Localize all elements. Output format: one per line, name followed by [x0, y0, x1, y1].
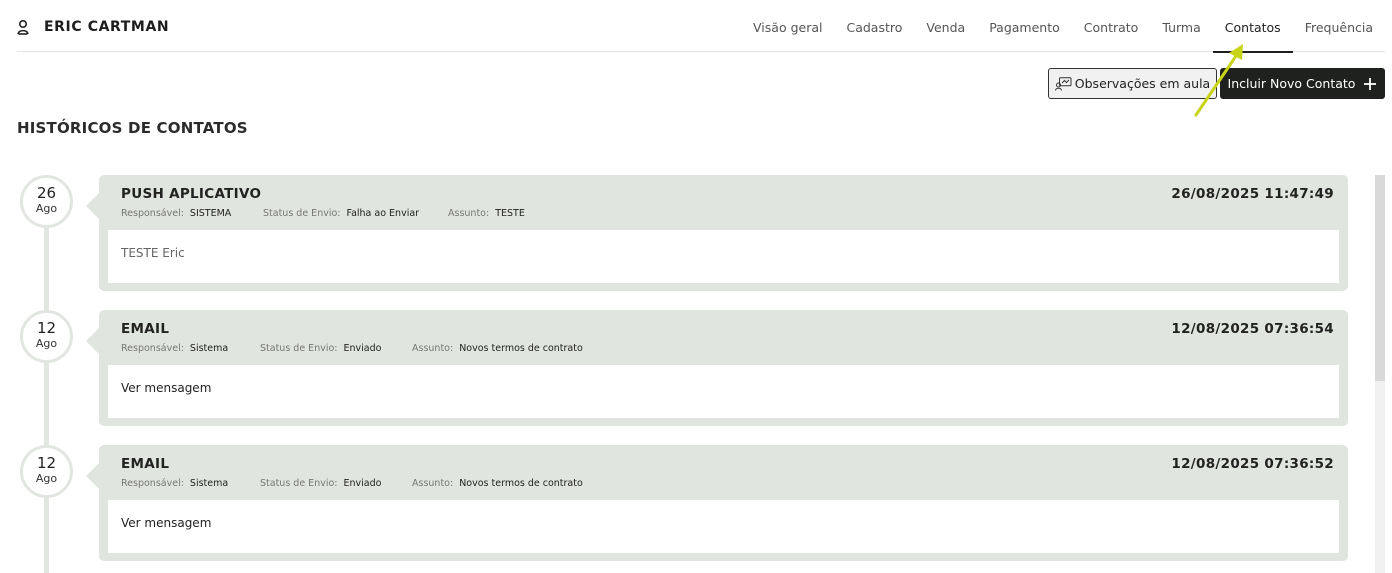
contact-card: EMAIL 12/08/2025 07:36:52 Responsável: Si… — [86, 445, 1348, 561]
assunto-label: Assunto: — [412, 478, 454, 489]
responsavel-label: Responsável: — [121, 343, 184, 354]
contact-entry: 12 Ago EMAIL 12/08/2025 07:36:52 Respons… — [0, 445, 1360, 563]
date-day: 12 — [36, 319, 57, 337]
date-day: 26 — [36, 184, 57, 202]
scrollbar[interactable] — [1375, 175, 1385, 573]
assunto-label: Assunto: — [448, 208, 490, 219]
contact-message: TESTE Eric — [121, 246, 185, 260]
user-icon — [17, 18, 31, 36]
observacoes-button[interactable]: Observações em aula — [1048, 68, 1217, 99]
tab-contrato[interactable]: Contrato — [1072, 0, 1151, 52]
contact-datetime: 26/08/2025 11:47:49 — [1171, 186, 1334, 202]
status-label: Status de Envio: — [260, 343, 338, 354]
student-name: ERIC CARTMAN — [44, 19, 170, 35]
plus-icon — [1363, 77, 1377, 91]
date-month: Ago — [35, 202, 58, 215]
status-value: Enviado — [343, 343, 382, 354]
responsavel-value: Sistema — [189, 478, 229, 489]
contact-entry: 12 Ago EMAIL 12/08/2025 07:36:54 Respons… — [0, 310, 1360, 428]
assunto-value: Novos termos de contrato — [459, 343, 583, 354]
contact-meta: Responsável: Sistema Status de Envio: Envi… — [121, 343, 583, 354]
status-label: Status de Envio: — [263, 208, 341, 219]
contact-card: PUSH APLICATIVO 26/08/2025 11:47:49 Resp… — [86, 175, 1348, 291]
student-header: ERIC CARTMAN — [17, 18, 169, 36]
contact-meta: Responsável: SISTEMA Status de Envio: Falh… — [121, 208, 525, 219]
date-badge: 12 Ago — [20, 310, 73, 363]
contact-type: EMAIL — [121, 456, 170, 472]
tab-bar: Visão geral Cadastro Venda Pagamento Con… — [741, 0, 1385, 53]
contact-type: PUSH APLICATIVO — [121, 186, 262, 202]
assunto-value: TESTE — [495, 208, 525, 219]
responsavel-value: SISTEMA — [189, 208, 232, 219]
scrollbar-thumb[interactable] — [1375, 175, 1385, 381]
contact-card: EMAIL 12/08/2025 07:36:54 Responsável: Si… — [86, 310, 1348, 426]
responsavel-value: Sistema — [189, 343, 229, 354]
date-day: 12 — [36, 454, 57, 472]
responsavel-label: Responsável: — [121, 478, 184, 489]
contact-datetime: 12/08/2025 07:36:52 — [1171, 456, 1334, 472]
add-contact-button[interactable]: Incluir Novo Contato — [1220, 68, 1385, 99]
tab-contatos[interactable]: Contatos — [1212, 0, 1293, 53]
contact-body: TESTE Eric — [108, 230, 1339, 283]
date-badge: 12 Ago — [20, 445, 73, 498]
tab-frequencia[interactable]: Frequência — [1293, 0, 1385, 52]
section-title: HISTÓRICOS DE CONTATOS — [17, 119, 248, 137]
date-month: Ago — [35, 337, 58, 350]
contact-datetime: 12/08/2025 07:36:54 — [1171, 321, 1334, 337]
responsavel-label: Responsável: — [121, 208, 184, 219]
tab-visao-geral[interactable]: Visão geral — [741, 0, 834, 52]
tab-venda[interactable]: Venda — [914, 0, 977, 52]
tab-turma[interactable]: Turma — [1150, 0, 1212, 52]
add-contact-label: Incluir Novo Contato — [1227, 76, 1356, 91]
chat-note-icon — [1054, 76, 1072, 91]
observacoes-label: Observações em aula — [1074, 76, 1211, 91]
status-value: Enviado — [343, 478, 382, 489]
assunto-label: Assunto: — [412, 343, 454, 354]
contact-entry: 26 Ago PUSH APLICATIVO 26/08/2025 11:47:… — [0, 175, 1360, 293]
contact-type: EMAIL — [121, 321, 170, 337]
view-message-link[interactable]: Ver mensagem — [121, 516, 211, 530]
tab-cadastro[interactable]: Cadastro — [834, 0, 914, 52]
date-month: Ago — [35, 472, 58, 485]
contact-body: Ver mensagem — [108, 500, 1339, 553]
assunto-value: Novos termos de contrato — [459, 478, 583, 489]
date-badge: 26 Ago — [20, 175, 73, 228]
contact-body: Ver mensagem — [108, 365, 1339, 418]
tab-pagamento[interactable]: Pagamento — [977, 0, 1072, 52]
contact-meta: Responsável: Sistema Status de Envio: Envi… — [121, 478, 583, 489]
view-message-link[interactable]: Ver mensagem — [121, 381, 211, 395]
status-label: Status de Envio: — [260, 478, 338, 489]
status-value: Falha ao Enviar — [346, 208, 420, 219]
top-bar: ERIC CARTMAN Visão geral Cadastro Venda … — [17, 0, 1385, 53]
